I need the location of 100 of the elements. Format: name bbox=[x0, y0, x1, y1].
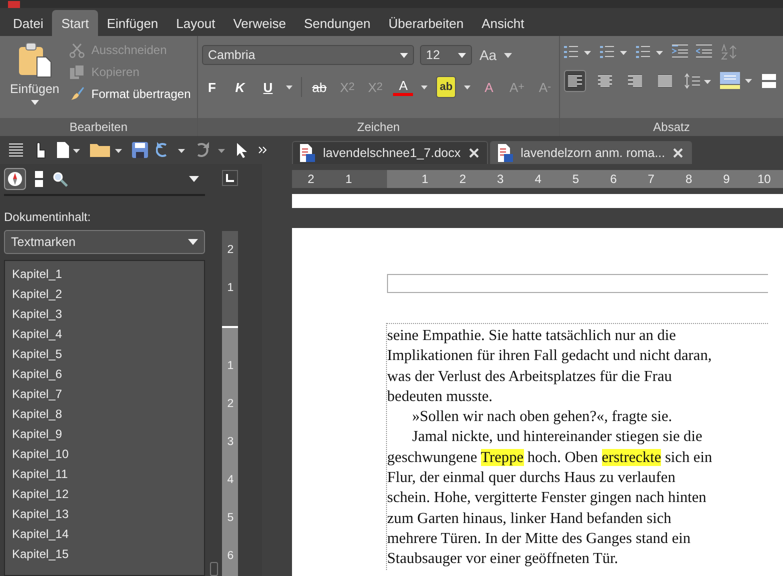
menu-tab[interactable]: Start bbox=[52, 10, 98, 36]
text-line: mehrere Türen. In der Mitte des Ganges stand ein bbox=[387, 528, 692, 549]
ruler-number: 5 bbox=[226, 511, 235, 526]
bookmark-item[interactable]: Kapitel_13 bbox=[11, 504, 204, 524]
bookmark-item[interactable]: Kapitel_5 bbox=[11, 344, 204, 364]
menu-tab[interactable]: Einfügen bbox=[98, 10, 168, 36]
ruler-number: 1 bbox=[420, 171, 430, 188]
ruler-number: 2 bbox=[458, 171, 467, 188]
copy-icon bbox=[69, 64, 86, 80]
font-family-dropdown[interactable]: Cambria bbox=[202, 45, 414, 65]
compass-icon[interactable] bbox=[4, 168, 26, 190]
chevrons-icon[interactable] bbox=[258, 146, 268, 154]
menu-tab[interactable]: Ansicht bbox=[472, 10, 534, 36]
bookmark-item[interactable]: Kapitel_14 bbox=[11, 524, 204, 544]
ruler-number: 5 bbox=[571, 171, 580, 188]
text-line: geschwungene Treppe hoch. Oben erstreckte sich ein bbox=[387, 448, 714, 468]
folder-icon[interactable] bbox=[90, 142, 124, 158]
tab-stop-selector[interactable] bbox=[222, 170, 238, 186]
bookmark-item[interactable]: Kapitel_6 bbox=[11, 364, 204, 384]
document-tab[interactable]: lavendelzorn anm. roma... bbox=[490, 141, 692, 164]
tab-stop-icon bbox=[226, 174, 234, 182]
text-line: Staubsauger vor einer geöffneten Tür. bbox=[387, 549, 620, 570]
align-right-icon bbox=[628, 75, 642, 87]
document-icon bbox=[299, 144, 315, 162]
redo-icon[interactable] bbox=[196, 142, 228, 158]
save-icon[interactable] bbox=[132, 142, 148, 158]
format-button[interactable]: A bbox=[393, 78, 414, 96]
format-button[interactable]: ab bbox=[436, 76, 456, 98]
shading-icon bbox=[720, 72, 754, 90]
content-dropdown[interactable]: Textmarken bbox=[4, 230, 206, 254]
menu-tab[interactable]: Datei bbox=[4, 10, 52, 36]
paste-button[interactable]: Einfügen bbox=[6, 40, 64, 118]
ruler-number: 1 bbox=[226, 281, 235, 296]
menu-tab[interactable]: Sendungen bbox=[294, 10, 380, 36]
bookmark-item[interactable]: Kapitel_3 bbox=[11, 304, 204, 324]
text-line: zum Garten hinaus, linker Hand befanden sich bbox=[387, 508, 672, 529]
brush-icon bbox=[69, 86, 86, 102]
text-line: Flur, der einmal quer durchs Haus zu verlaufen bbox=[387, 468, 676, 488]
text-line: schein. Hohe, vergitterte Fenster gingen nach hinten bbox=[387, 488, 708, 508]
clipboard-action[interactable]: Format übertragen bbox=[69, 86, 191, 102]
search-icon[interactable] bbox=[52, 171, 68, 187]
caret-icon bbox=[464, 84, 471, 90]
format-button[interactable]: F bbox=[202, 76, 222, 98]
close-icon[interactable] bbox=[468, 148, 479, 158]
font-size-dropdown[interactable]: 12 bbox=[420, 45, 472, 65]
format-button[interactable]: K bbox=[230, 76, 250, 98]
panel-heading: Dokumentinhalt: bbox=[4, 210, 92, 224]
bookmark-item[interactable]: Kapitel_11 bbox=[11, 464, 204, 484]
scrollbar-thumb[interactable] bbox=[210, 562, 218, 576]
text-line: bedeuten musste. bbox=[387, 386, 494, 407]
format-button[interactable]: U bbox=[258, 76, 278, 98]
close-icon[interactable] bbox=[673, 148, 684, 158]
ruler-number: 2 bbox=[226, 397, 235, 412]
list-icon bbox=[600, 44, 630, 60]
group-label: Bearbeiten bbox=[0, 118, 197, 136]
menu-tab[interactable]: Layout bbox=[167, 10, 224, 36]
bookmark-item[interactable]: Kapitel_1 bbox=[11, 264, 204, 284]
align-button[interactable] bbox=[564, 70, 586, 92]
caret-icon[interactable] bbox=[189, 176, 200, 182]
document-tab[interactable]: lavendelschnee1_7.docx bbox=[292, 141, 488, 164]
caret-icon bbox=[458, 52, 466, 58]
bookmark-item[interactable]: Kapitel_10 bbox=[11, 444, 204, 464]
menu-icon[interactable] bbox=[8, 142, 24, 158]
ruler-number: 4 bbox=[226, 473, 235, 488]
text-line: Jamal nickte, und hintereinander stiegen sie die bbox=[411, 427, 704, 448]
ruler-number: 9 bbox=[722, 171, 731, 188]
undo-icon[interactable] bbox=[156, 142, 188, 158]
align-center-icon bbox=[598, 75, 612, 87]
change-case-button[interactable]: Aa bbox=[478, 44, 498, 66]
bookmark-item[interactable]: Kapitel_8 bbox=[11, 404, 204, 424]
text-line: was der Verlust des Arbeitsplatzes für die Frau bbox=[387, 366, 673, 387]
bookmark-item[interactable]: Kapitel_9 bbox=[11, 424, 204, 444]
menu-tab[interactable]: Überarbeiten bbox=[379, 10, 473, 36]
group-label: Zeichen bbox=[198, 118, 559, 136]
bookmark-item[interactable]: Kapitel_2 bbox=[11, 284, 204, 304]
group-label: Absatz bbox=[560, 118, 783, 136]
app-icon bbox=[8, 1, 20, 8]
line-spacing-icon bbox=[684, 73, 712, 89]
align-justify-icon bbox=[658, 75, 672, 87]
text-line: Implikationen für ihren Fall gedacht und nicht daran, bbox=[387, 346, 713, 366]
caret-icon bbox=[504, 52, 512, 58]
format-button[interactable]: ab bbox=[309, 76, 330, 98]
ruler-number: 4 bbox=[534, 171, 542, 188]
bookmark-item[interactable]: Kapitel_7 bbox=[11, 384, 204, 404]
new-document-icon[interactable] bbox=[56, 142, 82, 158]
bookmark-item[interactable]: Kapitel_4 bbox=[11, 324, 204, 344]
outdent-icon bbox=[696, 44, 714, 60]
document-icon bbox=[496, 144, 513, 162]
caret-icon bbox=[421, 84, 428, 90]
ruler-number: 1 bbox=[226, 359, 235, 374]
indent-icon bbox=[672, 44, 690, 60]
ruler-number: 7 bbox=[646, 171, 656, 188]
ruler-number: 3 bbox=[496, 171, 505, 188]
menu-tab[interactable]: Verweise bbox=[224, 10, 295, 36]
ruler-number: 6 bbox=[609, 171, 618, 188]
bookmark-item[interactable]: Kapitel_12 bbox=[11, 484, 204, 504]
align-left-icon bbox=[568, 75, 582, 87]
sort-icon bbox=[720, 44, 738, 60]
split-view-icon[interactable] bbox=[34, 170, 44, 188]
bookmark-item[interactable]: Kapitel_15 bbox=[11, 544, 204, 564]
